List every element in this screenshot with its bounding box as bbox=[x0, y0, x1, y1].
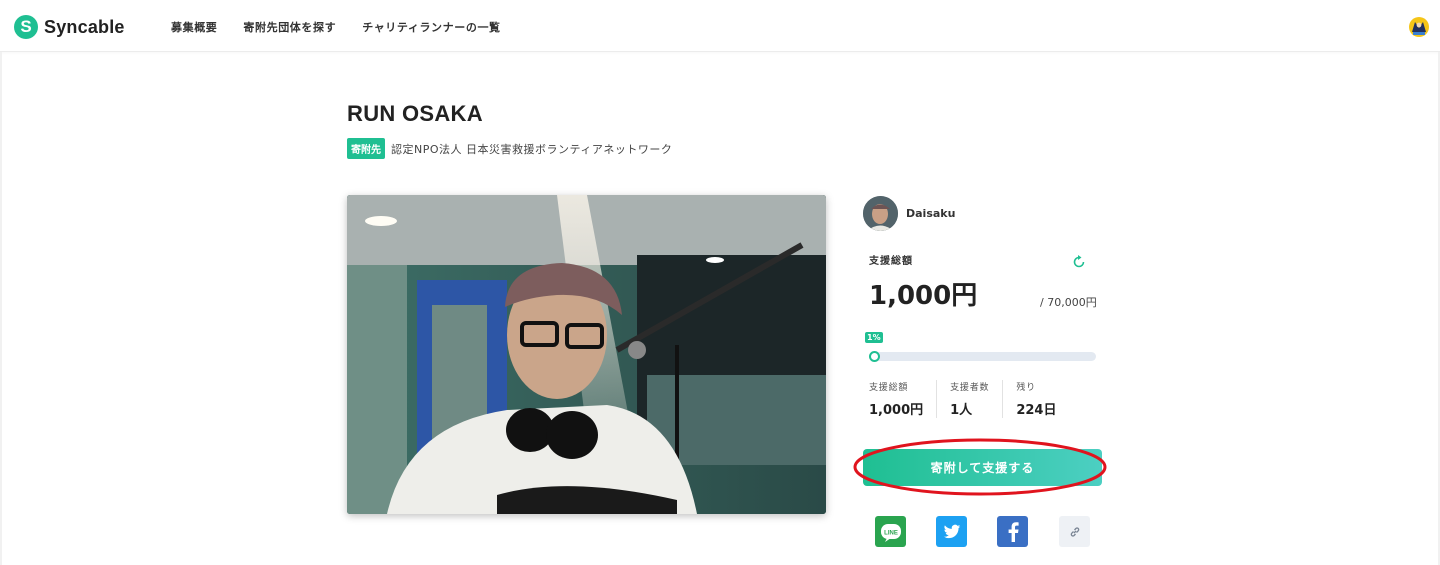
line-icon: LINE bbox=[880, 523, 901, 542]
link-icon bbox=[1070, 526, 1079, 537]
nav-item-find-organizations[interactable]: 寄附先団体を探す bbox=[243, 19, 336, 35]
line-icon-label: LINE bbox=[884, 530, 898, 536]
stat-value: 224日 bbox=[1016, 403, 1057, 418]
runner-name: Daisaku bbox=[906, 207, 956, 220]
site-logo[interactable]: S Syncable bbox=[14, 15, 125, 39]
user-avatar-icon[interactable] bbox=[1408, 16, 1430, 38]
nav-item-charity-runners[interactable]: チャリティランナーの一覧 bbox=[362, 19, 500, 35]
share-facebook-button[interactable] bbox=[997, 516, 1028, 547]
stat-total: 支援総額 1,000円 bbox=[869, 380, 938, 418]
beneficiary: 寄附先 認定NPO法人 日本災害救援ボランティアネットワーク bbox=[347, 138, 672, 159]
stat-supporters: 支援者数 1人 bbox=[950, 380, 1004, 418]
stat-days-left: 残り 224日 bbox=[1016, 380, 1069, 418]
beneficiary-name[interactable]: 認定NPO法人 日本災害救援ボランティアネットワーク bbox=[391, 141, 672, 157]
site-header: S Syncable 募集概要 寄附先団体を探す チャリティランナーの一覧 bbox=[0, 0, 1440, 52]
stat-label: 残り bbox=[1016, 383, 1036, 393]
stat-label: 支援者数 bbox=[950, 383, 990, 393]
campaign-title: RUN OSAKA bbox=[347, 101, 483, 126]
page-edge-left bbox=[0, 52, 2, 565]
share-link-button[interactable] bbox=[1059, 516, 1090, 547]
beneficiary-badge: 寄附先 bbox=[347, 138, 385, 159]
stats-row: 支援総額 1,000円 支援者数 1人 残り 224日 bbox=[869, 380, 1082, 418]
total-support-amount: 1,000円 bbox=[869, 281, 978, 311]
progress-percent-badge: 1% bbox=[865, 332, 883, 343]
progress-bar bbox=[869, 352, 1096, 361]
share-twitter-button[interactable] bbox=[936, 516, 967, 547]
share-line-button[interactable]: LINE bbox=[875, 516, 906, 547]
campaign-photo bbox=[347, 195, 826, 514]
twitter-icon bbox=[943, 524, 960, 538]
logo-mark-icon: S bbox=[14, 15, 38, 39]
runner-profile[interactable]: Daisaku bbox=[863, 196, 955, 231]
total-support-label: 支援総額 bbox=[869, 256, 913, 267]
stat-label: 支援総額 bbox=[869, 383, 909, 393]
logo-text: Syncable bbox=[44, 16, 125, 37]
donate-button[interactable]: 寄附して支援する bbox=[863, 449, 1102, 486]
runner-avatar bbox=[863, 196, 898, 231]
goal-amount: / 70,000円 bbox=[1040, 296, 1097, 309]
main-nav: 募集概要 寄附先団体を探す チャリティランナーの一覧 bbox=[171, 19, 527, 35]
stat-value: 1,000円 bbox=[869, 403, 924, 418]
facebook-icon bbox=[1008, 521, 1019, 542]
refresh-icon[interactable] bbox=[1072, 255, 1086, 269]
nav-item-overview[interactable]: 募集概要 bbox=[171, 19, 217, 35]
progress-indicator bbox=[869, 351, 880, 362]
stat-value: 1人 bbox=[950, 403, 973, 418]
